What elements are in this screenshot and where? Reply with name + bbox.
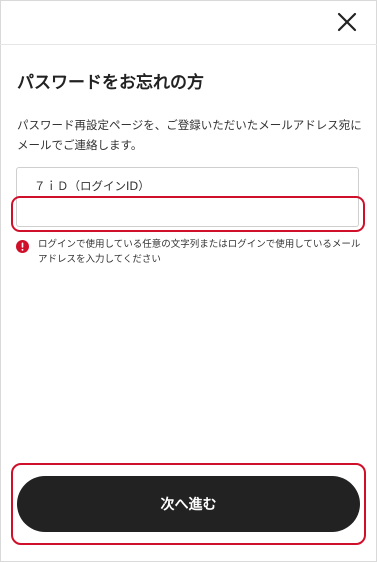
page-title: パスワードをお忘れの方 <box>17 73 204 93</box>
page-description: パスワード再設定ページを、ご登録いただいたメールアドレス宛にメールでご連絡します… <box>17 118 362 152</box>
error-message: ログインで使用している任意の文字列またはログインで使用しているメールアドレスを入… <box>38 239 361 265</box>
login-id-field: ７ｉＤ（ログインID） <box>16 167 359 227</box>
next-button[interactable]: 次へ進む <box>17 476 360 532</box>
header-bar <box>0 0 377 45</box>
login-id-input[interactable] <box>27 198 351 224</box>
error-icon <box>16 240 29 253</box>
close-icon <box>337 12 357 32</box>
login-id-label: ７ｉＤ（ログインID） <box>34 179 150 193</box>
close-button[interactable] <box>335 10 359 34</box>
